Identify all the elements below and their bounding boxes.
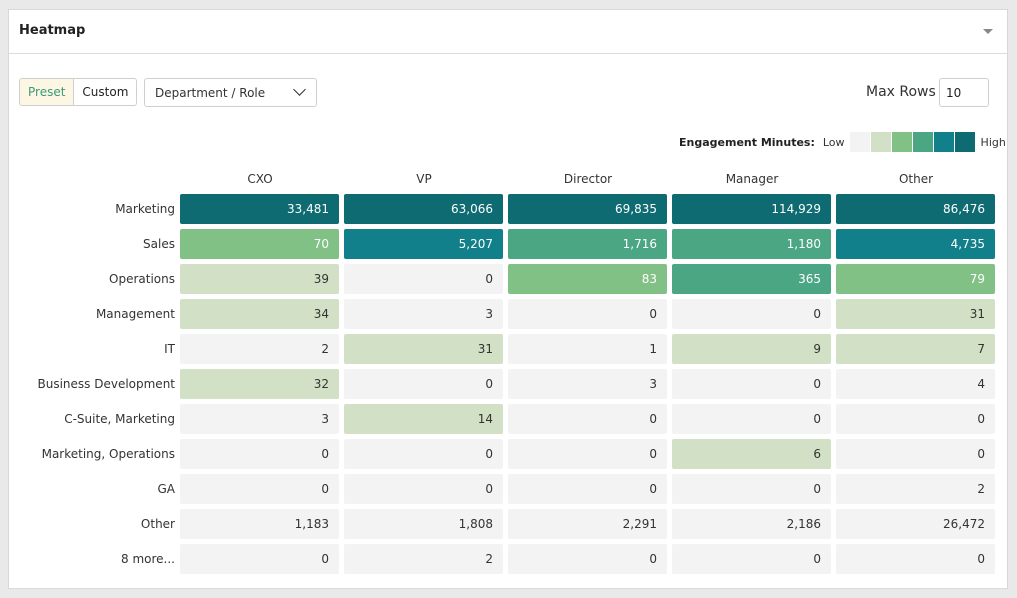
column-header: VP: [416, 172, 432, 186]
heatmap-cell[interactable]: 0: [672, 404, 831, 434]
heatmap-cell[interactable]: 3: [508, 369, 667, 399]
row-label: Sales: [143, 237, 175, 251]
column-header: Manager: [725, 172, 779, 186]
heatmap-cell[interactable]: 0: [672, 474, 831, 504]
heatmap-cell[interactable]: 6: [672, 439, 831, 469]
row-label: Operations: [109, 272, 175, 286]
dimension-dropdown-label: Department / Role: [155, 86, 266, 100]
heatmap-cell[interactable]: 0: [836, 404, 995, 434]
heatmap-cell[interactable]: 2: [836, 474, 995, 504]
heatmap-cell[interactable]: 3: [180, 404, 339, 434]
dimension-dropdown[interactable]: Department / Role: [144, 78, 317, 107]
heatmap-cell[interactable]: 365: [672, 264, 831, 294]
heatmap-cell[interactable]: 70: [180, 229, 339, 259]
max-rows-label: Max Rows: [866, 84, 936, 100]
heatmap-cell[interactable]: 0: [836, 439, 995, 469]
heatmap-cell[interactable]: 4: [836, 369, 995, 399]
legend-swatch: [912, 132, 933, 152]
heatmap-cell[interactable]: 63,066: [344, 194, 503, 224]
column-header: Director: [563, 172, 613, 186]
heatmap-cell[interactable]: 3: [344, 299, 503, 329]
row-label: Marketing: [115, 202, 175, 216]
heatmap-cell[interactable]: 33,481: [180, 194, 339, 224]
heatmap-cell[interactable]: 79: [836, 264, 995, 294]
preset-custom-toggle: Preset Custom: [19, 78, 138, 106]
row-label[interactable]: 8 more...: [9, 544, 175, 574]
row-label: Management: [95, 307, 175, 321]
heatmap-cell[interactable]: 26,472: [836, 509, 995, 539]
row-label: Marketing, Operations: [41, 447, 175, 461]
heatmap-cell[interactable]: 86,476: [836, 194, 995, 224]
row-label: IT: [164, 342, 175, 356]
heatmap-cell[interactable]: 0: [508, 299, 667, 329]
legend-title: Engagement Minutes:: [679, 135, 815, 149]
legend-low-label: Low: [822, 135, 845, 149]
card-title: Heatmap: [19, 23, 86, 38]
legend: Engagement Minutes: Low High: [679, 132, 1006, 152]
heatmap-cell[interactable]: 0: [508, 544, 667, 574]
heatmap-cell[interactable]: 14: [344, 404, 503, 434]
heatmap-cell[interactable]: 0: [508, 404, 667, 434]
heatmap-cell[interactable]: 2,186: [672, 509, 831, 539]
heatmap-cell[interactable]: 0: [180, 544, 339, 574]
row-label: Business Development: [37, 377, 175, 391]
chevron-down-icon: [293, 83, 306, 96]
card-header[interactable]: Heatmap: [9, 10, 1007, 54]
heatmap-cell[interactable]: 2,291: [508, 509, 667, 539]
heatmap-cell[interactable]: 1,716: [508, 229, 667, 259]
heatmap-cell[interactable]: 0: [180, 474, 339, 504]
heatmap-cell[interactable]: 0: [344, 474, 503, 504]
heatmap-cell[interactable]: 5,207: [344, 229, 503, 259]
custom-button[interactable]: Custom: [74, 79, 136, 105]
legend-high-label: High: [980, 135, 1006, 149]
heatmap-cell[interactable]: 0: [508, 439, 667, 469]
max-rows-input[interactable]: [939, 78, 989, 107]
heatmap-cell[interactable]: 0: [344, 439, 503, 469]
heatmap-cell[interactable]: 31: [344, 334, 503, 364]
heatmap-cell[interactable]: 114,929: [672, 194, 831, 224]
legend-swatch: [870, 132, 891, 152]
heatmap-cell[interactable]: 2: [344, 544, 503, 574]
row-label: C-Suite, Marketing: [64, 412, 175, 426]
heatmap-cell[interactable]: 0: [508, 474, 667, 504]
heatmap-cell[interactable]: 2: [180, 334, 339, 364]
row-label: GA: [157, 482, 175, 496]
heatmap-cell[interactable]: 4,735: [836, 229, 995, 259]
heatmap-cell[interactable]: 0: [344, 264, 503, 294]
heatmap-cell[interactable]: 0: [180, 439, 339, 469]
heatmap-cell[interactable]: 1: [508, 334, 667, 364]
legend-swatch: [849, 132, 870, 152]
heatmap-cell[interactable]: 0: [672, 299, 831, 329]
heatmap-cell[interactable]: 0: [672, 544, 831, 574]
preset-button[interactable]: Preset: [20, 79, 75, 105]
heatmap-cell[interactable]: 1,180: [672, 229, 831, 259]
heatmap-cell[interactable]: 0: [836, 544, 995, 574]
heatmap-cell[interactable]: 7: [836, 334, 995, 364]
row-label: Other: [140, 517, 175, 531]
legend-swatches: [849, 132, 976, 152]
heatmap-cell[interactable]: 9: [672, 334, 831, 364]
heatmap-cell[interactable]: 83: [508, 264, 667, 294]
heatmap-cell[interactable]: 39: [180, 264, 339, 294]
heatmap-cell[interactable]: 0: [672, 369, 831, 399]
heatmap-cell[interactable]: 1,808: [344, 509, 503, 539]
legend-swatch: [954, 132, 975, 152]
heatmap-card: Heatmap Preset Custom Department / Role …: [8, 9, 1008, 589]
legend-swatch: [933, 132, 954, 152]
heatmap-cell[interactable]: 69,835: [508, 194, 667, 224]
heatmap-cell[interactable]: 0: [344, 369, 503, 399]
heatmap-cell[interactable]: 1,183: [180, 509, 339, 539]
heatmap-cell[interactable]: 31: [836, 299, 995, 329]
column-header: CXO: [247, 172, 273, 186]
heatmap-cell[interactable]: 32: [180, 369, 339, 399]
legend-swatch: [891, 132, 912, 152]
collapse-caret-icon[interactable]: [983, 29, 993, 34]
heatmap-cell[interactable]: 34: [180, 299, 339, 329]
column-header: Other: [898, 172, 934, 186]
